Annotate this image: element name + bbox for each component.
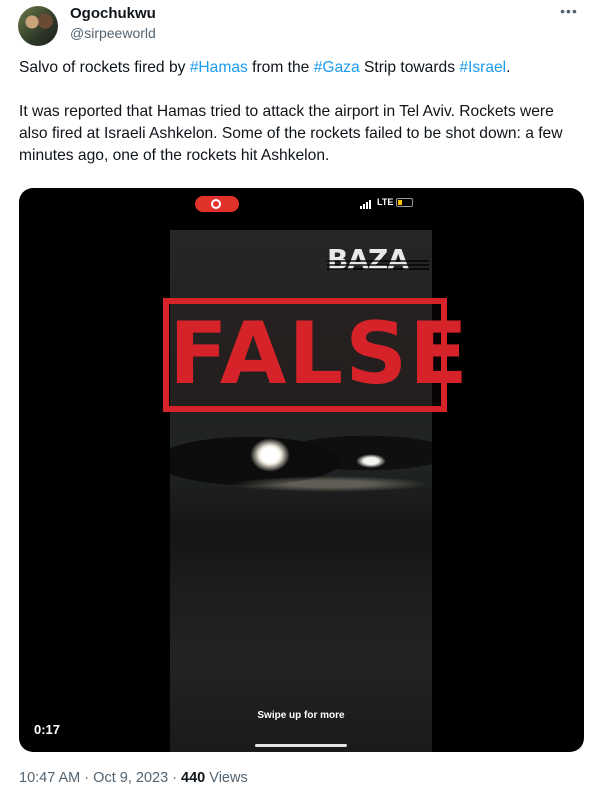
video-duration: 0:17 [34, 722, 61, 737]
meta-separator: · [172, 770, 178, 786]
tweet-paragraph-1: Salvo of rockets fired by #Hamas from th… [19, 57, 584, 79]
hashtag-hamas[interactable]: #Hamas [190, 59, 248, 76]
home-indicator [255, 744, 347, 747]
network-label: LTE [377, 197, 394, 207]
tweet-time[interactable]: 10:47 AM [19, 770, 80, 786]
hashtag-israel[interactable]: #Israel [459, 59, 506, 76]
views-count: 440 [181, 770, 206, 786]
watermark-stripes [327, 260, 429, 272]
text-segment: . [506, 59, 511, 76]
tweet-header: Ogochukwu @sirpeeworld ••• [18, 4, 584, 46]
tweet-paragraph-2: It was reported that Hamas tried to atta… [19, 103, 563, 164]
horizon-glow [230, 476, 430, 492]
phone-status-bar: LTE [19, 188, 584, 222]
display-name[interactable]: Ogochukwu [70, 5, 156, 22]
tweet-meta: 10:47 AM · Oct 9, 2023 · 440 Views [19, 770, 248, 786]
false-stamp-text: FALSE [169, 304, 470, 404]
explosion-flash [250, 438, 290, 472]
text-segment: Strip towards [359, 59, 460, 76]
swipe-up-text: Swipe up for more [257, 710, 345, 721]
video-player[interactable]: LTE BAZA FALSE Swipe up for more 0:17 [19, 188, 584, 752]
avatar[interactable] [18, 6, 58, 46]
text-segment: Salvo of rockets fired by [19, 59, 190, 76]
battery-icon [396, 198, 413, 207]
views-label: Views [209, 770, 248, 786]
hashtag-gaza[interactable]: #Gaza [314, 59, 360, 76]
text-segment: from the [247, 59, 314, 76]
distant-light [356, 454, 386, 468]
meta-separator: · [84, 770, 90, 786]
signal-icon [360, 199, 374, 209]
tweet-text: Salvo of rockets fired by #Hamas from th… [19, 57, 584, 167]
more-horizontal-icon[interactable]: ••• [558, 4, 580, 22]
record-icon [211, 199, 221, 209]
user-handle[interactable]: @sirpeeworld [70, 25, 156, 41]
tweet-date[interactable]: Oct 9, 2023 [93, 770, 168, 786]
screen-record-indicator [195, 196, 239, 212]
false-stamp: FALSE [163, 298, 470, 412]
